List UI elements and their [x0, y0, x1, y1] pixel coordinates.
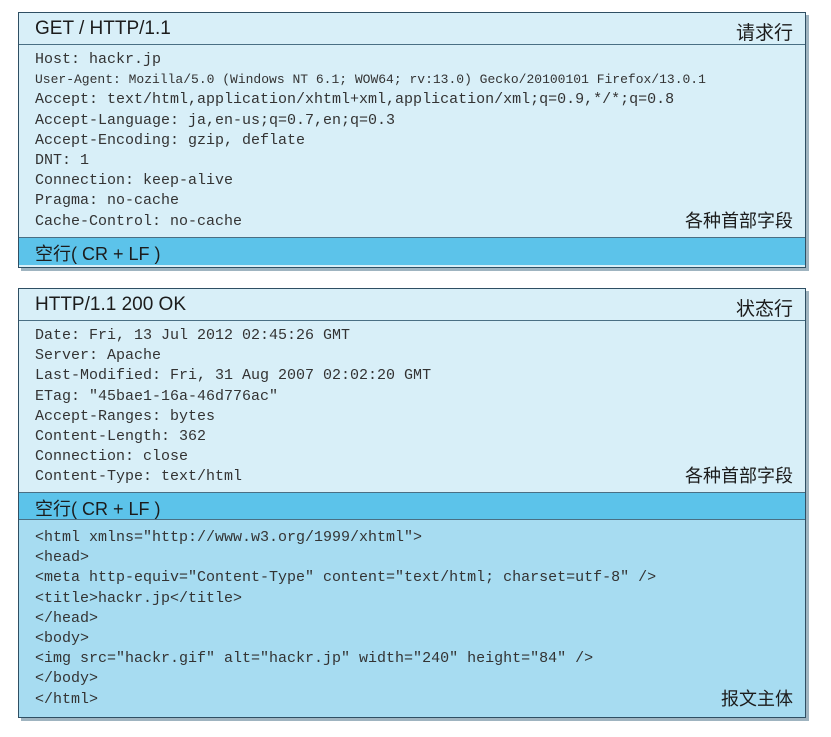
request-header-line: Host: hackr.jp [35, 51, 162, 68]
request-line: GET / HTTP/1.1 [35, 18, 171, 39]
request-headers-label: 各种首部字段 [685, 211, 793, 231]
status-line-row: HTTP/1.1 200 OK 状态行 [19, 289, 805, 321]
response-header-line: Date: Fri, 13 Jul 2012 02:45:26 GMT [35, 327, 351, 344]
response-blank-line: 空行( CR + LF ) [19, 493, 805, 520]
message-body-line: <html xmlns="http://www.w3.org/1999/xhtm… [35, 529, 423, 546]
response-header-line: Content-Length: 362 [35, 428, 207, 446]
message-body-line: <meta http-equiv="Content-Type" content=… [35, 569, 657, 587]
response-header-line: Connection: close [35, 448, 189, 466]
request-headers-section: Host: hackr.jp User-Agent: Mozilla/5.0 (… [19, 45, 805, 238]
request-header-line: Connection: keep-alive [35, 172, 234, 190]
response-header-line: Accept-Ranges: bytes [35, 407, 216, 425]
request-blank-line-label: 空行( CR + LF ) [35, 244, 161, 264]
message-body-line: <body> [35, 630, 90, 648]
message-body-line: <head> [35, 549, 90, 567]
response-headers-list: Date: Fri, 13 Jul 2012 02:45:26 GMT Serv… [35, 326, 431, 488]
message-body-lines: <html xmlns="http://www.w3.org/1999/xhtm… [35, 528, 656, 710]
message-body-line: <title>hackr.jp</title> [35, 589, 243, 607]
request-headers-list: Host: hackr.jp User-Agent: Mozilla/5.0 (… [35, 50, 706, 232]
response-header-line: Last-Modified: Fri, 31 Aug 2007 02:02:20… [35, 367, 432, 385]
message-body-line: </html> [35, 690, 99, 708]
message-body-section: <html xmlns="http://www.w3.org/1999/xhtm… [19, 520, 805, 717]
message-body-line: </head> [35, 609, 99, 627]
request-header-line: Accept-Language: ja,en-us;q=0.7,en;q=0.3 [35, 111, 396, 129]
request-header-line: Accept: text/html,application/xhtml+xml,… [35, 91, 675, 109]
message-body-label: 报文主体 [721, 689, 793, 709]
request-header-line: Accept-Encoding: gzip, deflate [35, 131, 306, 149]
message-body-line: <img src="hackr.gif" alt="hackr.jp" widt… [35, 650, 594, 668]
response-header-line: Content-Type: text/html [35, 468, 243, 486]
status-line-label: 状态行 [735, 299, 793, 320]
request-header-line: User-Agent: Mozilla/5.0 (Windows NT 6.1;… [35, 72, 706, 88]
request-message: GET / HTTP/1.1 请求行 Host: hackr.jp User-A… [18, 12, 806, 268]
request-line-row: GET / HTTP/1.1 请求行 [19, 13, 805, 45]
response-blank-line-label: 空行( CR + LF ) [35, 499, 161, 519]
response-header-line: ETag: "45bae1-16a-46d776ac" [35, 387, 279, 405]
response-headers-section: Date: Fri, 13 Jul 2012 02:45:26 GMT Serv… [19, 321, 805, 493]
request-blank-line: 空行( CR + LF ) [19, 238, 805, 265]
request-header-line: Cache-Control: no-cache [35, 212, 243, 230]
request-header-line: DNT: 1 [35, 152, 90, 170]
status-line: HTTP/1.1 200 OK [35, 294, 187, 315]
response-message: HTTP/1.1 200 OK 状态行 Date: Fri, 13 Jul 20… [18, 288, 806, 718]
request-line-label: 请求行 [735, 23, 793, 44]
response-header-line: Server: Apache [35, 347, 162, 365]
request-header-line: Pragma: no-cache [35, 192, 180, 210]
message-body-line: </body> [35, 670, 99, 688]
response-headers-label: 各种首部字段 [685, 466, 793, 486]
